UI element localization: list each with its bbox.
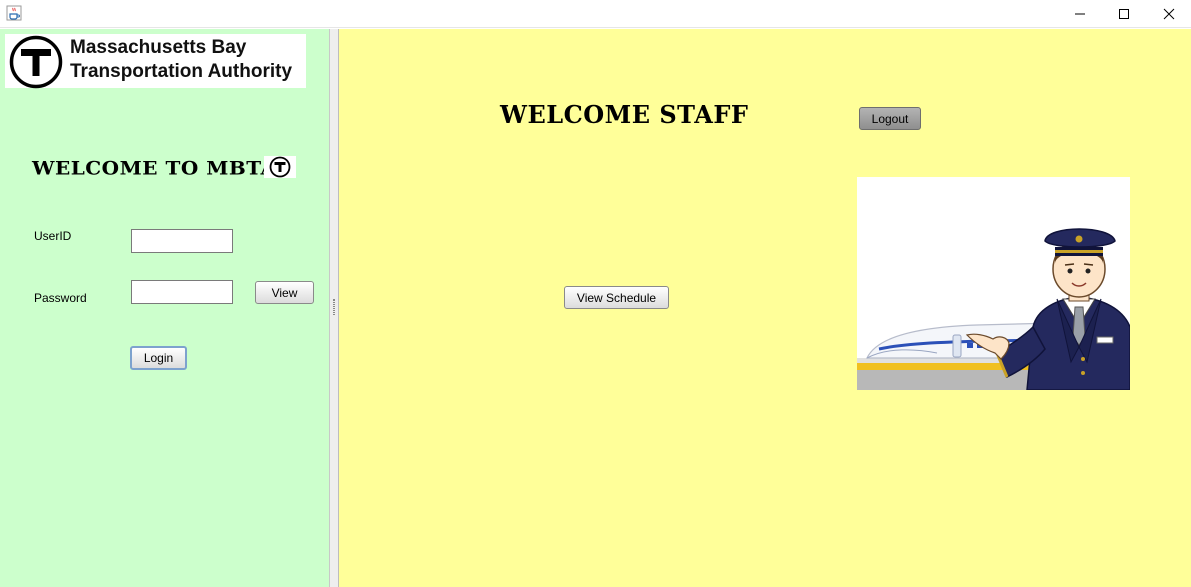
train-conductor-illustration bbox=[857, 177, 1130, 390]
window-titlebar bbox=[0, 0, 1191, 28]
minimize-button[interactable] bbox=[1057, 0, 1103, 28]
logout-button[interactable]: Logout bbox=[859, 107, 921, 130]
password-field[interactable] bbox=[131, 280, 233, 304]
splitter-grip-icon bbox=[333, 299, 335, 315]
login-pane bbox=[0, 29, 329, 587]
welcome-mbta-heading: WELCOME TO MBTA bbox=[32, 156, 277, 180]
minimize-icon bbox=[1075, 13, 1085, 15]
mbta-t-logo-icon bbox=[9, 35, 63, 89]
split-pane-divider[interactable] bbox=[329, 29, 339, 587]
password-label: Password bbox=[34, 291, 87, 305]
close-button[interactable] bbox=[1146, 0, 1191, 28]
login-button[interactable]: Login bbox=[130, 346, 187, 370]
java-cup-icon bbox=[6, 5, 22, 21]
mbta-logo: Massachusetts Bay Transportation Authori… bbox=[5, 34, 306, 89]
maximize-button[interactable] bbox=[1101, 0, 1147, 28]
mbta-t-small-icon bbox=[264, 156, 296, 178]
userid-label: UserID bbox=[34, 229, 72, 243]
view-schedule-button[interactable]: View Schedule bbox=[564, 286, 669, 309]
userid-field[interactable] bbox=[131, 229, 233, 253]
maximize-icon bbox=[1119, 9, 1129, 19]
close-icon bbox=[1163, 8, 1175, 20]
view-button[interactable]: View bbox=[255, 281, 314, 304]
logo-text-line2: Transportation Authority bbox=[70, 61, 293, 82]
welcome-staff-heading: WELCOME STAFF bbox=[500, 100, 749, 129]
logo-text-line1: Massachusetts Bay bbox=[70, 37, 247, 58]
